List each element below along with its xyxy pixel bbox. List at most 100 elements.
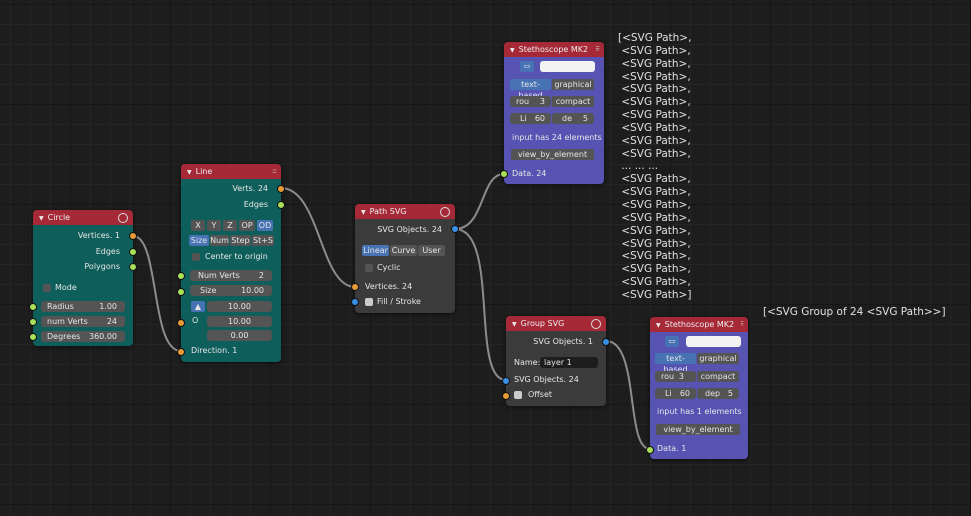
axis-op-button[interactable]: OP [239,220,255,231]
stethoscope-1-body: ▭ text-based graphical rou 3 compact Li … [504,57,604,184]
group-svg-node-header[interactable]: ▼ Group SVG [506,316,606,331]
path-svg-node[interactable]: ▼ Path SVG SVG Objects. 24 Linear Curve U… [351,204,459,313]
polygons-output-socket[interactable] [129,263,137,271]
center-to-origin-checkbox[interactable] [192,253,200,261]
text-based-button[interactable]: text-based [510,79,551,100]
axis-x-button[interactable]: X [191,220,205,231]
view-by-element-button[interactable]: view_by_element [656,424,740,435]
axis-z-button[interactable]: Z [223,220,237,231]
data-input-socket[interactable] [646,446,654,454]
de-value: 5 [582,114,588,123]
radius-field[interactable]: Radius 1.00 [41,301,125,312]
rou-value: 3 [678,372,684,381]
graphical-button[interactable]: graphical [552,79,594,90]
stethoscope-1-header[interactable]: ▼ Stethoscope MK2 ⁝⁝⁝ [504,42,604,57]
line-edges-output-socket[interactable] [277,201,285,209]
mode-size-button[interactable]: Size [189,235,209,246]
node-grip-icon[interactable]: ::: [272,164,277,179]
line-num-verts-field[interactable]: Num Verts 2 [190,270,272,281]
vector-y-field[interactable]: 10.00 [207,316,272,327]
size-input-socket[interactable] [177,288,185,296]
data-input-socket[interactable] [500,170,508,178]
origin-input-socket[interactable] [177,319,185,327]
fill-stroke-input-socket[interactable] [351,298,359,306]
node-preview-toggle-icon[interactable] [591,319,601,329]
line-node[interactable]: ▼ Line ::: Verts. 24 Edges X Y Z OP OD Si… [177,164,285,362]
rounding-field[interactable]: rou 3 [655,371,696,382]
mode-user-button[interactable]: User [418,245,445,256]
monitor-icon[interactable]: ▭ [665,336,679,347]
num-verts-input-socket[interactable] [177,272,185,280]
collapse-arrow-icon[interactable]: ▼ [187,169,192,176]
collapse-arrow-icon[interactable]: ▼ [510,47,515,54]
view-by-element-button[interactable]: view_by_element [511,149,594,160]
stethoscope-2-header[interactable]: ▼ Stethoscope MK2 ⁝⁝ [650,317,748,332]
name-input[interactable]: layer 1 [540,357,598,368]
radius-label: Radius [47,302,74,311]
axis-y-button[interactable]: Y [207,220,221,231]
o-label: O [192,316,199,325]
line-size-field[interactable]: Size 10.00 [190,285,272,296]
color-swatch[interactable] [540,61,595,72]
depth-field[interactable]: dep 5 [697,388,739,399]
depth-field[interactable]: de 5 [552,113,594,124]
svg-objects-input-label: SVG Objects. 24 [514,375,579,384]
vertices-output-socket[interactable] [129,232,137,240]
collapse-arrow-icon[interactable]: ▼ [39,215,44,222]
group-svg-node[interactable]: ▼ Group SVG SVG Objects. 1 Name: layer 1 … [502,316,610,406]
mode-curve-button[interactable]: Curve [390,245,417,256]
path-svg-node-header[interactable]: ▼ Path SVG [355,204,455,219]
vertices-input-socket[interactable] [351,283,359,291]
line-width-field[interactable]: Li 60 [510,113,551,124]
stethoscope-node-2[interactable]: ▼ Stethoscope MK2 ⁝⁝ ▭ text-based graphic… [646,317,748,459]
collapse-arrow-icon[interactable]: ▼ [512,321,517,328]
degrees-field[interactable]: Degrees 360.00 [41,331,125,342]
cyclic-checkbox[interactable] [365,264,373,272]
collapse-arrow-icon[interactable]: ▼ [656,322,661,329]
line-width-field[interactable]: Li 60 [655,388,696,399]
vector-z-field[interactable]: 0.00 [207,330,272,341]
num-verts-input-socket[interactable] [29,318,37,326]
text-based-button[interactable]: text-based [655,353,696,374]
stethoscope-node-1[interactable]: ▼Stethoscope MK2 ⁝⁝⁝ ▭ text-based graphi… [500,42,604,184]
output-line: <SVG Path>, [618,237,691,250]
node-grip-icon[interactable]: ⁝⁝⁝ [595,42,600,57]
line-node-header[interactable]: ▼ Line ::: [181,164,281,179]
group-output-socket[interactable] [602,338,610,346]
line-size-value: 10.00 [241,286,264,295]
mode-step-button[interactable]: Step [230,235,251,246]
monitor-icon[interactable]: ▭ [520,61,534,72]
direction-input-socket[interactable] [177,348,185,356]
node-preview-toggle-icon[interactable] [440,207,450,217]
svg-objects-output-socket[interactable] [451,225,459,233]
center-to-origin-label: Center to origin [205,252,268,261]
compact-button[interactable]: compact [552,96,594,107]
output-line: <SVG Path>, [618,83,691,96]
num-verts-field[interactable]: num Verts 24 [41,316,125,327]
edges-output-socket[interactable] [129,248,137,256]
mode-checkbox[interactable] [43,284,51,292]
svg-objects-input-socket[interactable] [502,377,510,385]
verts-output-socket[interactable] [277,185,285,193]
compact-button[interactable]: compact [697,371,739,382]
mode-num-button[interactable]: Num [210,235,229,246]
line-node-body: Verts. 24 Edges X Y Z OP OD Size Num Ste… [181,179,281,362]
mode-linear-button[interactable]: Linear [362,245,389,256]
circle-node-header[interactable]: ▼ Circle [33,210,133,225]
vector-toggle-button[interactable]: ▲ [191,301,205,312]
circle-node[interactable]: ▼ Circle Vertices. 1 Edges Polygons Mode … [29,210,137,346]
node-grip-icon[interactable]: ⁝⁝ [741,317,745,332]
axis-od-button[interactable]: OD [257,220,273,231]
graphical-button[interactable]: graphical [697,353,739,364]
num-verts-value: 24 [106,317,117,326]
node-preview-toggle-icon[interactable] [118,213,128,223]
radius-input-socket[interactable] [29,303,37,311]
degrees-input-socket[interactable] [29,333,37,341]
mode-st-s-button[interactable]: St+S [252,235,274,246]
rounding-field[interactable]: rou 3 [510,96,551,107]
offset-input-socket[interactable] [502,392,510,400]
output-line: <SVG Path>, [618,147,691,160]
color-swatch[interactable] [686,336,741,347]
vector-x-field[interactable]: 10.00 [207,301,272,312]
collapse-arrow-icon[interactable]: ▼ [361,209,366,216]
